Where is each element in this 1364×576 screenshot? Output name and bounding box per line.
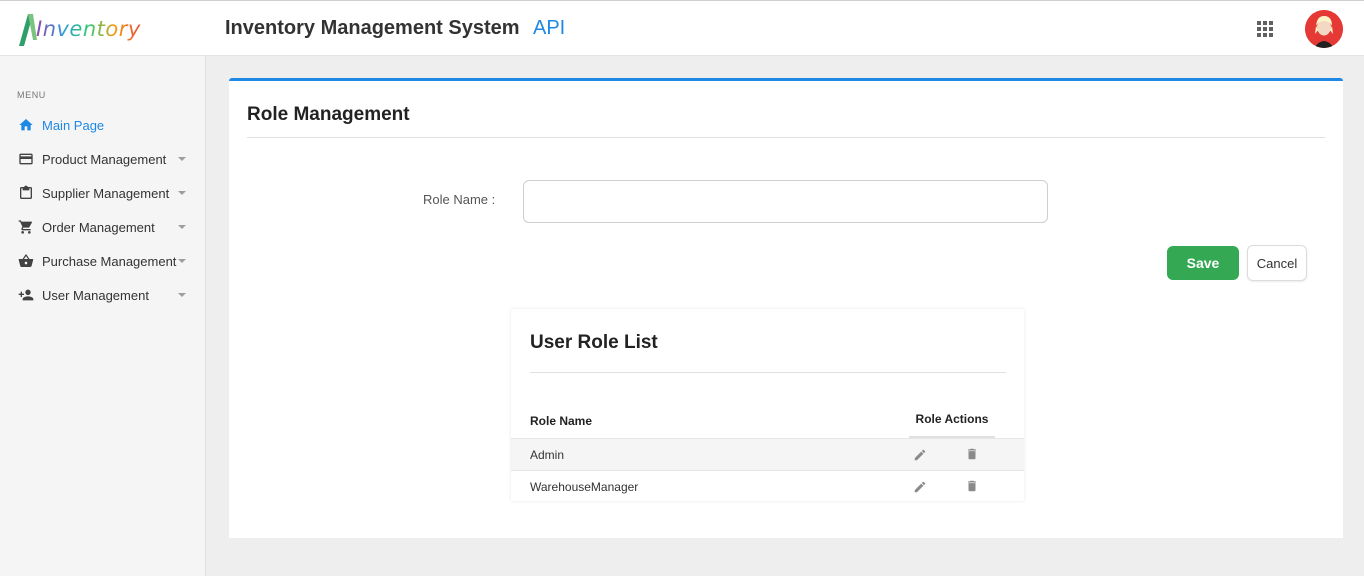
sidebar-item-label: Order Management — [42, 219, 155, 235]
user-role-list-card: User Role List Role Name Role Actions Ad… — [511, 309, 1024, 501]
top-bar: Inventory Inventory Management System AP… — [0, 0, 1364, 56]
sidebar-item-order-management[interactable]: Order Management — [0, 212, 206, 242]
sidebar-item-user-management[interactable]: User Management — [0, 280, 206, 310]
role-name-input[interactable] — [523, 180, 1048, 223]
sidebar-item-purchase-management[interactable]: Purchase Management — [0, 246, 206, 276]
title-divider — [247, 137, 1325, 138]
avatar-person-icon — [1305, 10, 1343, 48]
role-list-title: User Role List — [530, 332, 658, 353]
app-subtitle: API — [533, 17, 566, 39]
column-header-role-actions: Role Actions — [915, 412, 989, 426]
role-list-divider — [530, 372, 1006, 373]
sidebar-item-product-management[interactable]: Product Management — [0, 144, 206, 174]
sidebar-item-label: Product Management — [42, 151, 167, 167]
app-logo[interactable]: Inventory — [16, 9, 141, 49]
role-name-label: Role Name : — [423, 192, 496, 207]
clipboard-icon — [18, 185, 34, 201]
save-button[interactable]: Save — [1167, 246, 1239, 280]
cancel-button[interactable]: Cancel — [1247, 245, 1307, 281]
sidebar-item-label: User Management — [42, 287, 149, 303]
user-avatar[interactable] — [1305, 10, 1343, 48]
delete-trash-icon[interactable] — [964, 478, 980, 494]
cart-icon — [18, 219, 34, 235]
column-header-role-name: Role Name — [530, 414, 593, 428]
sidebar-item-label: Supplier Management — [42, 185, 170, 201]
table-row: Admin — [511, 439, 1024, 470]
page-title: Role Management — [247, 104, 410, 125]
menu-heading: MENU — [17, 90, 46, 100]
chevron-down-icon — [178, 225, 186, 229]
role-management-card: Role Management Role Name : Save Cancel … — [229, 78, 1343, 538]
sidebar-item-main-page[interactable]: Main Page — [0, 110, 206, 140]
logo-text: Inventory — [36, 17, 141, 41]
role-name-cell: WarehouseManager — [530, 480, 639, 494]
sidebar-item-label: Main Page — [42, 117, 105, 133]
apps-grid-icon[interactable] — [1257, 21, 1273, 37]
delete-trash-icon[interactable] — [964, 446, 980, 462]
home-icon — [18, 117, 34, 133]
basket-icon — [18, 253, 34, 269]
credit-card-icon — [18, 151, 34, 167]
sidebar: MENU Main Page Product Management Suppli… — [0, 56, 206, 576]
sidebar-item-supplier-management[interactable]: Supplier Management — [0, 178, 206, 208]
person-add-icon — [18, 287, 34, 303]
role-name-cell: Admin — [530, 448, 565, 462]
edit-pencil-icon[interactable] — [912, 447, 928, 463]
chevron-down-icon — [178, 259, 186, 263]
app-title: Inventory Management System — [225, 17, 520, 39]
edit-pencil-icon[interactable] — [912, 479, 928, 495]
chevron-down-icon — [178, 191, 186, 195]
sidebar-item-label: Purchase Management — [42, 253, 177, 269]
table-row: WarehouseManager — [511, 471, 1024, 502]
chevron-down-icon — [178, 293, 186, 297]
chevron-down-icon — [178, 157, 186, 161]
